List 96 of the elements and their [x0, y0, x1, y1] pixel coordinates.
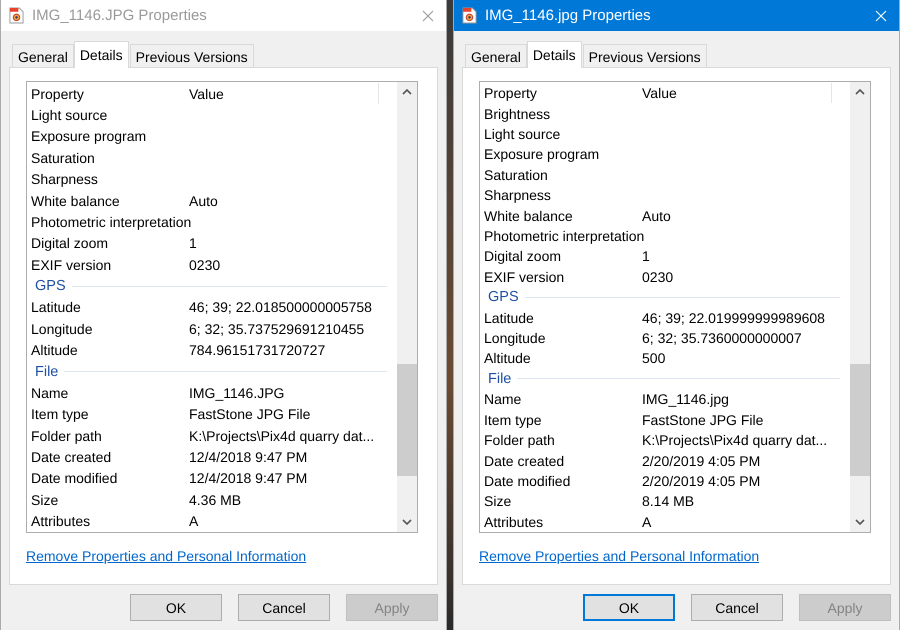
group-heading: GPS	[34, 278, 66, 294]
property-value: K:\Projects\Pix4d quarry dat...	[642, 432, 828, 448]
property-name: Latitude	[31, 299, 82, 316]
dialog-button[interactable]: OK	[583, 594, 675, 621]
property-value: 8.14 MB	[642, 493, 694, 510]
property-name: Date modified	[31, 470, 118, 486]
property-value: K:\Projects\Pix4d quarry dat...	[189, 428, 374, 444]
tab[interactable]: Details	[74, 41, 129, 68]
property-value: 6; 32; 35.7360000000007	[642, 330, 802, 346]
property-name: Longitude	[31, 320, 94, 337]
property-value: 46; 39; 22.018500000005758	[189, 299, 372, 316]
column-header[interactable]: Property	[484, 85, 642, 102]
scroll-up-icon[interactable]	[855, 89, 865, 95]
property-name: Saturation	[31, 150, 96, 166]
dialog-button[interactable]: OK	[130, 594, 222, 621]
property-name: Item type	[484, 412, 543, 428]
property-value: 12/4/2018 9:47 PM	[189, 449, 308, 466]
image-file-icon	[9, 7, 24, 24]
property-name: Saturation	[484, 166, 549, 183]
property-name: EXIF version	[484, 268, 566, 285]
property-name: Light source	[31, 107, 108, 124]
tab[interactable]: Details	[526, 41, 582, 68]
scroll-down-icon[interactable]	[402, 519, 412, 525]
property-name: Folder path	[484, 432, 556, 448]
group-heading: GPS	[487, 289, 519, 306]
property-name: Item type	[31, 406, 90, 422]
property-name: Date created	[484, 452, 566, 469]
dialog-button[interactable]: Cancel	[691, 594, 783, 621]
property-value: 1	[642, 248, 650, 264]
property-name: Latitude	[484, 310, 535, 326]
property-name: Folder path	[31, 428, 103, 444]
property-name: Altitude	[484, 350, 532, 366]
property-value: 2/20/2019 4:05 PM	[642, 452, 760, 469]
tab[interactable]: General	[465, 44, 527, 67]
property-name: Digital zoom	[484, 248, 562, 264]
property-name: Digital zoom	[31, 235, 110, 252]
property-name: Sharpness	[484, 187, 552, 204]
property-name: Size	[484, 493, 512, 510]
property-name: Sharpness	[31, 171, 99, 188]
property-value: A	[189, 513, 198, 530]
property-name: White balance	[31, 192, 121, 209]
property-value: 2/20/2019 4:05 PM	[642, 472, 760, 489]
tab[interactable]: Previous Versions	[582, 44, 707, 67]
group-heading: File	[34, 364, 58, 380]
property-value: 12/4/2018 9:47 PM	[189, 470, 308, 486]
remove-properties-link[interactable]: Remove Properties and Personal Information	[26, 548, 306, 564]
tab[interactable]: General	[12, 44, 74, 67]
property-name: Size	[31, 492, 60, 508]
property-value: 0230	[642, 268, 674, 285]
property-value: 4.36 MB	[189, 492, 242, 508]
window-title: IMG_1146.jpg Properties	[485, 7, 652, 24]
group-heading: File	[487, 370, 512, 387]
property-value: 500	[642, 350, 666, 366]
property-name: White balance	[484, 208, 574, 224]
property-name: Brightness	[484, 106, 552, 122]
property-name: Attributes	[484, 514, 544, 530]
image-file-icon	[462, 7, 477, 24]
property-name: Longitude	[484, 330, 547, 346]
scroll-up-icon[interactable]	[402, 89, 412, 95]
property-value: 1	[189, 235, 197, 252]
scroll-thumb[interactable]	[850, 364, 870, 476]
remove-properties-link[interactable]: Remove Properties and Personal Information	[479, 548, 760, 564]
property-name: EXIF version	[31, 256, 112, 273]
property-value: 6; 32; 35.737529691210455	[189, 320, 364, 337]
property-name: Name	[484, 391, 522, 408]
close-icon[interactable]	[422, 10, 434, 22]
property-name: Attributes	[31, 513, 92, 530]
property-value: A	[642, 514, 652, 530]
property-name: Exposure program	[31, 128, 148, 144]
property-value: IMG_1146.jpg	[642, 391, 729, 408]
property-value: 46; 39; 22.019999999989608	[642, 310, 825, 326]
property-name: Light source	[484, 126, 562, 142]
column-header[interactable]: Value	[642, 85, 677, 102]
property-value: FastStone JPG File	[189, 406, 310, 422]
window-title: IMG_1146.JPG Properties	[32, 7, 208, 24]
property-name: Photometric interpretation	[31, 214, 189, 230]
scroll-down-icon[interactable]	[855, 519, 865, 525]
property-value: FastStone JPG File	[642, 412, 764, 428]
dialog-button[interactable]: Cancel	[238, 594, 330, 621]
column-header[interactable]: Value	[189, 86, 224, 102]
property-value: 784.96151731720727	[189, 342, 326, 358]
property-name: Photometric interpretation	[484, 228, 642, 244]
scrollbar[interactable]	[397, 82, 417, 532]
property-name: Date modified	[484, 472, 572, 489]
property-value: Auto	[189, 192, 218, 209]
property-name: Date created	[31, 449, 112, 466]
tab[interactable]: Previous Versions	[130, 44, 254, 67]
column-header[interactable]: Property	[31, 86, 189, 102]
property-name: Name	[31, 384, 70, 401]
property-value: IMG_1146.JPG	[189, 384, 284, 401]
scrollbar[interactable]	[850, 82, 870, 532]
property-name: Exposure program	[484, 146, 600, 162]
property-value: Auto	[642, 208, 671, 224]
property-name: Altitude	[31, 342, 79, 358]
property-value: 0230	[189, 256, 220, 273]
scroll-thumb[interactable]	[397, 364, 417, 476]
